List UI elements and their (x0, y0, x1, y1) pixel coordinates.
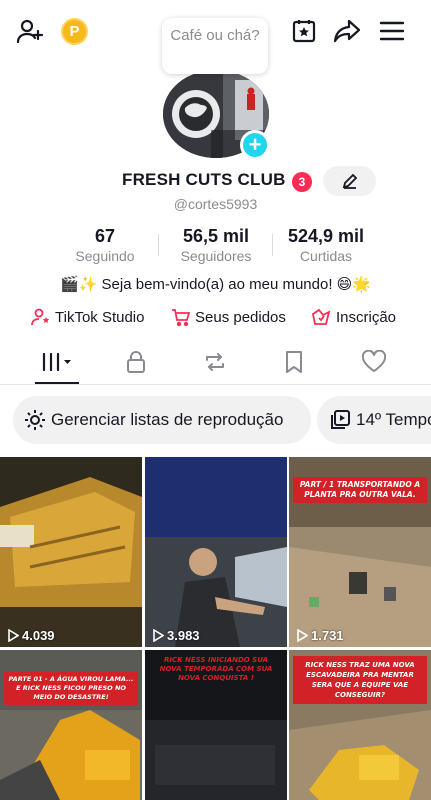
profile-links: TikTok Studio Seus pedidos Inscrição (0, 308, 431, 330)
add-friend-icon[interactable] (15, 16, 45, 46)
tab-favorites[interactable] (274, 347, 314, 377)
stat-divider (272, 234, 273, 256)
tab-liked[interactable] (354, 347, 394, 377)
add-avatar-button[interactable]: + (240, 130, 270, 160)
subscription-icon (311, 308, 331, 325)
tiktok-studio-link[interactable]: TikTok Studio (31, 308, 144, 326)
stat-likes-value: 524,9 mil (287, 226, 365, 246)
profile-bio: 🎬✨ Seja bem-vindo(a) ao meu mundo! 😄🌟 (60, 276, 371, 293)
season-playlist-label: 14º Tempo (356, 410, 431, 429)
subscription-label: Inscrição (336, 308, 397, 326)
orders-label: Seus pedidos (195, 308, 286, 326)
playlist-icon (331, 410, 350, 429)
video-thumbnail[interactable]: PART / 1 TRANSPORTANDO A PLANTA PRA OUTR… (289, 457, 431, 647)
mood-bubble-text: Café ou chá? (170, 27, 260, 44)
edit-profile-button[interactable] (323, 166, 376, 196)
share-icon[interactable] (332, 16, 362, 46)
tab-reposts[interactable] (195, 347, 235, 377)
manage-playlists-chip[interactable]: Gerenciar listas de reprodução (13, 396, 311, 444)
manage-playlists-label: Gerenciar listas de reprodução (51, 410, 284, 429)
stat-likes-label: Curtidas (299, 248, 353, 264)
stat-following-label: Seguindo (75, 248, 135, 264)
coin-icon[interactable]: P (61, 18, 88, 45)
active-tab-indicator (35, 382, 79, 384)
stat-following[interactable]: 67 Seguindo (70, 226, 140, 264)
lock-icon (127, 351, 145, 373)
tab-videos[interactable] (37, 347, 77, 377)
notification-badge[interactable]: 3 (292, 172, 312, 192)
video-thumbnail[interactable]: Rick ness traz uma nova escavadeira pra … (289, 650, 431, 800)
view-count: 3.983 (152, 628, 200, 643)
stat-likes[interactable]: 524,9 mil Curtidas (280, 226, 372, 264)
truck-driver-thumbnail-image (145, 457, 287, 647)
bookmark-icon (286, 351, 302, 373)
menu-icon[interactable] (377, 16, 407, 46)
tab-private[interactable] (116, 347, 156, 377)
view-count: 1.731 (296, 628, 344, 643)
season-playlist-chip[interactable]: 14º Tempo (317, 396, 431, 444)
video-thumbnail[interactable]: 3.983 (145, 457, 287, 647)
video-banner: PART / 1 TRANSPORTANDO A PLANTA PRA OUTR… (293, 477, 427, 503)
person-star-icon (31, 308, 50, 326)
video-thumbnail[interactable]: PARTE 01 - A ÁGUA VIROU LAMA... E RICK N… (0, 650, 142, 800)
mood-bubble[interactable]: Café ou chá? (162, 18, 268, 74)
stat-followers-label: Seguidores (180, 248, 252, 264)
stat-followers[interactable]: 56,5 mil Seguidores (170, 226, 262, 264)
coin-letter: P (69, 23, 80, 40)
play-icon (8, 629, 19, 642)
view-count-value: 1.731 (311, 628, 344, 643)
profile-name-row: FRESH CUTS CLUB 3 (0, 166, 431, 196)
view-count-value: 4.039 (22, 628, 55, 643)
stat-followers-value: 56,5 mil (182, 226, 250, 246)
tiktok-studio-label: TikTok Studio (55, 308, 145, 326)
view-count: 4.039 (7, 628, 55, 643)
profile-stats: 67 Seguindo 56,5 mil Seguidores 524,9 mi… (0, 226, 431, 266)
subscription-link[interactable]: Inscrição (310, 308, 396, 326)
heart-icon (361, 350, 387, 372)
play-icon (153, 629, 164, 642)
video-grid: 4.039 3.983 PART / 1 TRANSPORTANDO A PLA… (0, 457, 431, 800)
profile-handle: @cortes5993 (173, 196, 258, 212)
calendar-star-icon[interactable] (289, 16, 319, 46)
video-thumbnail[interactable]: 4.039 (0, 457, 142, 647)
videos-grid-icon (42, 352, 71, 372)
repost-icon (206, 353, 224, 371)
video-banner: Rick ness traz uma nova escavadeira pra … (293, 656, 427, 704)
video-banner: RICK NESS INICIANDO SUA NOVA TEMPORADA C… (159, 656, 273, 682)
cart-icon (172, 309, 191, 326)
video-banner: PARTE 01 - A ÁGUA VIROU LAMA... E RICK N… (4, 672, 138, 705)
playlist-chips: Gerenciar listas de reprodução 14º Tempo (0, 396, 431, 446)
content-tabs (0, 343, 431, 385)
stat-divider (158, 234, 159, 256)
pencil-icon (342, 173, 357, 189)
stat-following-value: 67 (94, 226, 116, 246)
play-icon (297, 629, 308, 642)
orders-link[interactable]: Seus pedidos (171, 308, 286, 326)
video-thumbnail[interactable]: RICK NESS INICIANDO SUA NOVA TEMPORADA C… (145, 650, 287, 800)
excavator-thumbnail-image (0, 457, 142, 647)
gear-icon (25, 410, 45, 430)
view-count-value: 3.983 (167, 628, 200, 643)
profile-name: FRESH CUTS CLUB (122, 170, 286, 189)
